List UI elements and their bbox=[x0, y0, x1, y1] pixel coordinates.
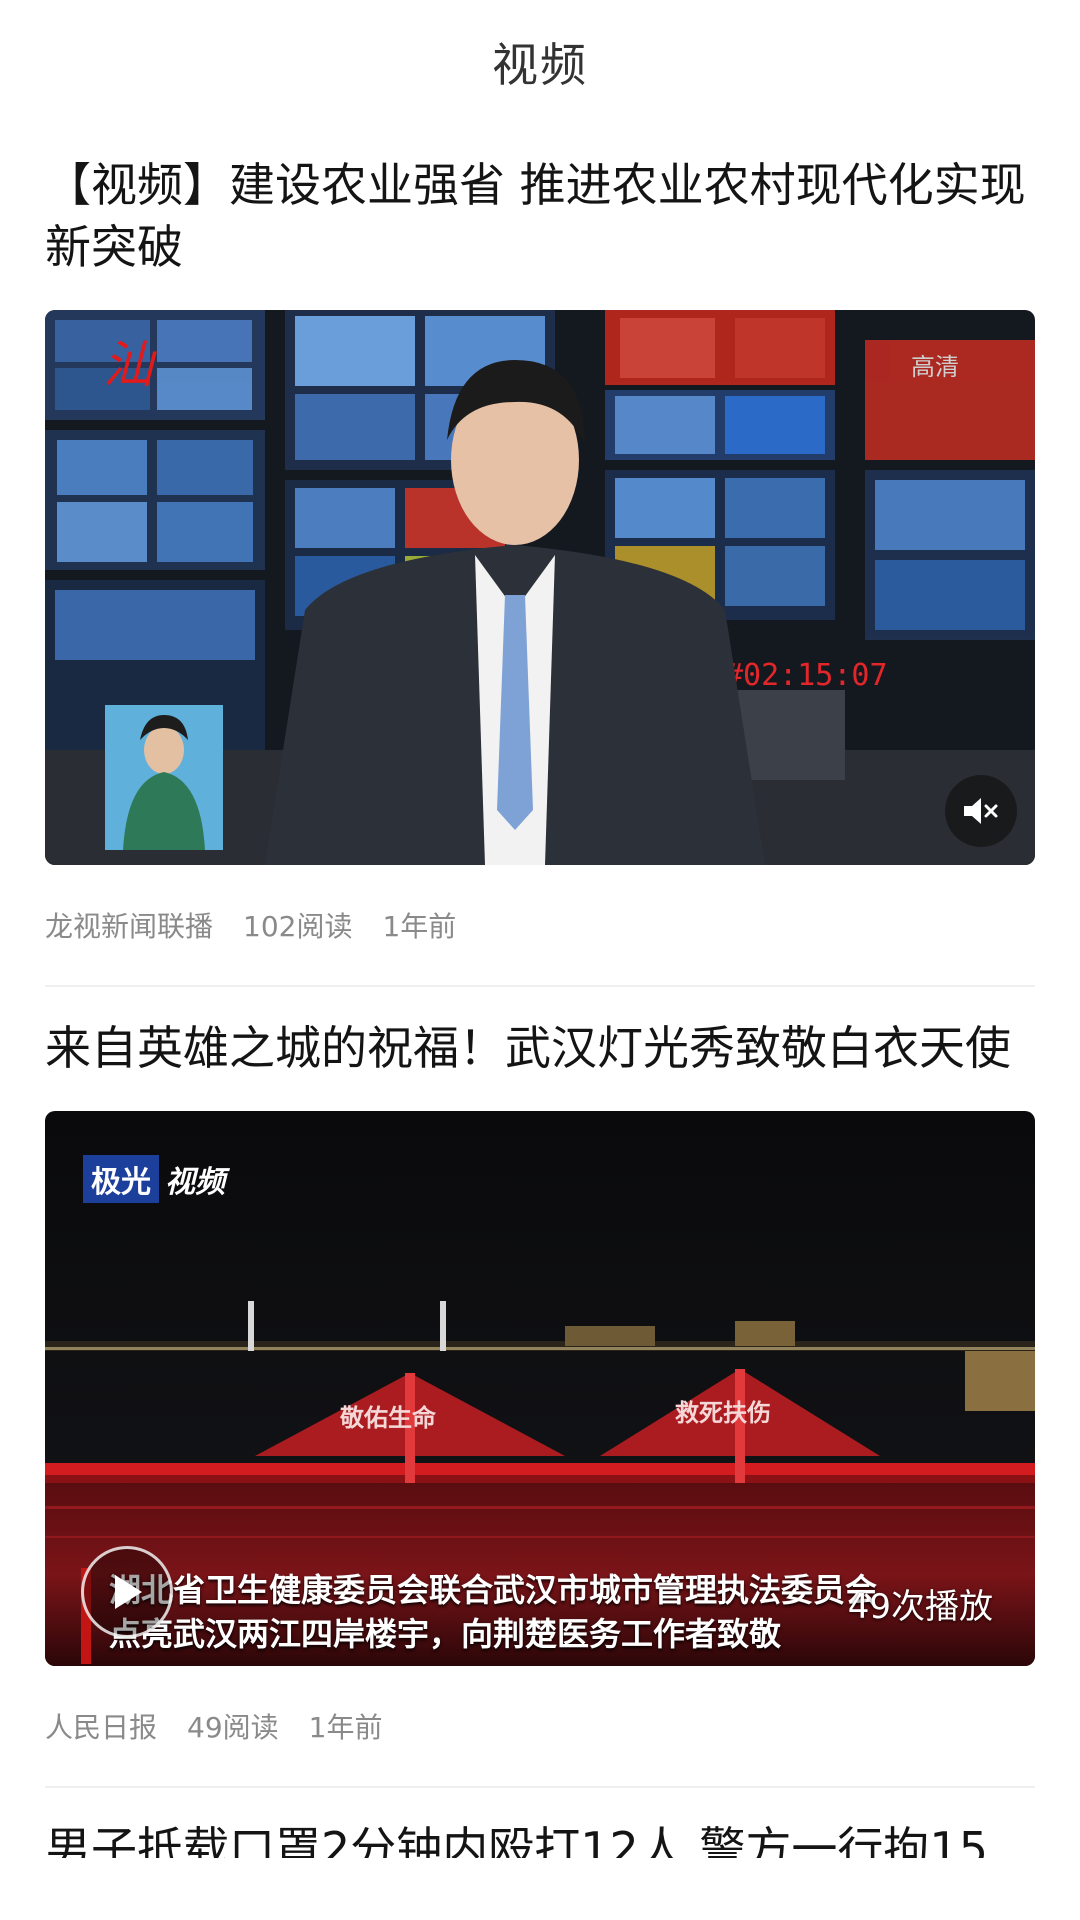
video-player[interactable]: #02:15:07 汕 高清 bbox=[45, 310, 1035, 865]
speaker-muted-icon bbox=[964, 798, 998, 824]
bridge-text-right: 救死扶伤 bbox=[675, 1399, 771, 1427]
feed-item[interactable]: 来自英雄之城的祝福！武汉灯光秀致敬白衣天使 敬佑生命 救死扶伤 极光 视频 湖北… bbox=[45, 1017, 1035, 1788]
feed-item[interactable]: 【视频】建设农业强省 推进农业农村现代化实现新突破 #02:15:07 汕 高清… bbox=[45, 154, 1035, 987]
play-count: 49次播放 bbox=[847, 1587, 993, 1627]
play-button[interactable] bbox=[81, 1546, 173, 1638]
divider bbox=[45, 985, 1035, 987]
video-thumbnail-newsroom: #02:15:07 汕 高清 bbox=[45, 310, 1035, 865]
article-title[interactable]: 来自英雄之城的祝福！武汉灯光秀致敬白衣天使 bbox=[45, 1017, 1035, 1079]
svg-text:#02:15:07: #02:15:07 bbox=[725, 658, 888, 693]
article-reads: 102阅读 bbox=[243, 910, 353, 943]
article-title[interactable]: 男子抵载口罩2分钟内殴打12人 警方一行拘15 bbox=[45, 1818, 1035, 1858]
page-header: 视频 bbox=[0, 0, 1080, 124]
bridge-text-left: 敬佑生命 bbox=[339, 1404, 437, 1432]
sign-language-inset bbox=[105, 705, 223, 850]
article-time: 1年前 bbox=[382, 910, 457, 943]
hd-watermark: 高清 bbox=[911, 353, 959, 381]
brand-part-a: 极光 bbox=[83, 1155, 159, 1203]
mute-toggle-button[interactable] bbox=[945, 775, 1017, 847]
svg-text:汕: 汕 bbox=[103, 336, 157, 394]
article-title[interactable]: 【视频】建设农业强省 推进农业农村现代化实现新突破 bbox=[45, 154, 1035, 278]
video-player[interactable]: 敬佑生命 救死扶伤 极光 视频 湖北省卫生健康委员会联合武汉市城市管理执法委员会… bbox=[45, 1111, 1035, 1666]
video-feed[interactable]: 【视频】建设农业强省 推进农业农村现代化实现新突破 #02:15:07 汕 高清… bbox=[0, 154, 1080, 1858]
brand-part-b: 视频 bbox=[165, 1165, 225, 1200]
article-meta: 人民日报 49阅读 1年前 bbox=[45, 1706, 1035, 1744]
feed-item[interactable]: 男子抵载口罩2分钟内殴打12人 警方一行拘15 bbox=[45, 1818, 1035, 1858]
play-icon bbox=[115, 1575, 142, 1609]
article-source: 人民日报 bbox=[45, 1711, 158, 1744]
article-meta: 龙视新闻联播 102阅读 1年前 bbox=[45, 905, 1035, 943]
article-reads: 49阅读 bbox=[187, 1711, 279, 1744]
page-title: 视频 bbox=[492, 38, 588, 92]
article-source: 龙视新闻联播 bbox=[45, 910, 214, 943]
article-time: 1年前 bbox=[308, 1711, 383, 1744]
brand-logo: 极光 视频 bbox=[83, 1155, 231, 1203]
divider bbox=[45, 1786, 1035, 1788]
